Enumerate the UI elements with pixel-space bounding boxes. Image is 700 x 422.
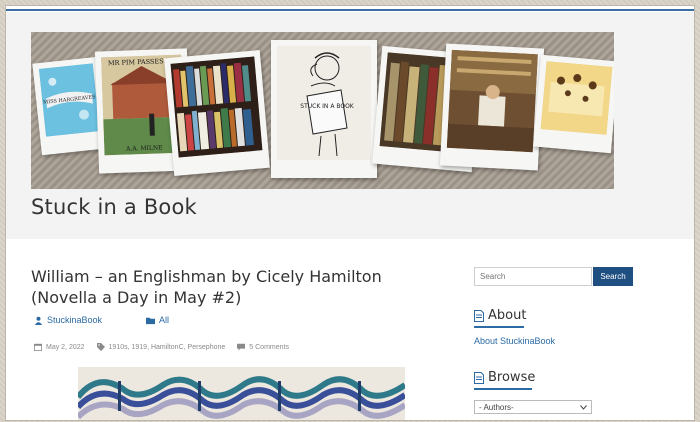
browse-widget-underline [474,388,532,390]
comment-icon [237,343,246,351]
banner-photo-4: STUCK IN A BOOK [271,40,377,178]
about-widget-title-label: About [488,308,527,323]
search-button[interactable]: Search [593,267,633,286]
calendar-icon [34,343,42,351]
post-date[interactable]: May 2, 2022 [34,343,85,351]
browse-widget-title: Browse [474,370,535,385]
post-comments-label: 5 Comments [249,343,289,351]
about-widget-underline [474,326,524,328]
post-tags-label: 1910s, 1919, HamiltonC, Persephone [108,343,226,351]
document-icon [474,371,484,384]
post-title[interactable]: William – an Englishman by Cicely Hamilt… [31,266,451,308]
about-widget-title: About [474,308,526,323]
chevron-down-icon [580,404,587,410]
site-title[interactable]: Stuck in a Book [31,195,197,219]
post-tags[interactable]: 1910s, 1919, HamiltonC, Persephone [96,343,226,351]
browse-widget-title-label: Browse [488,370,536,385]
header-banner[interactable]: MISS HARGREAVES MR PIM PASSES BY A.A. MI… [31,32,614,189]
top-accent-rule [6,9,694,11]
user-icon [34,316,43,325]
post-category-label: All [159,315,170,325]
search-input[interactable] [474,267,592,286]
banner-book-author: A.A. MILNE [125,144,163,152]
post-info: May 2, 2022 1910s, 1919, HamiltonC, Pers… [34,343,289,351]
document-icon [474,309,484,322]
folder-icon [146,317,156,324]
tag-icon [96,343,105,351]
authors-select[interactable]: - Authors- [474,400,592,414]
post-comments[interactable]: 5 Comments [237,343,289,351]
banner-sketch-text: STUCK IN A BOOK [300,103,355,110]
post-category[interactable]: All [146,315,169,325]
post-author-label: StuckinaBook [47,315,103,325]
post-meta: StuckinaBook All [34,315,169,325]
post-featured-image[interactable] [78,367,405,420]
site-header: MISS HARGREAVES MR PIM PASSES BY A.A. MI… [6,12,694,239]
page-frame: MISS HARGREAVES MR PIM PASSES BY A.A. MI… [5,5,695,421]
banner-photo-7 [533,54,614,154]
banner-photo-3 [164,50,270,176]
about-link[interactable]: About StuckinaBook [474,336,555,346]
post-date-label: May 2, 2022 [46,343,85,351]
authors-select-value: - Authors- [479,402,514,412]
post-author[interactable]: StuckinaBook [34,315,102,325]
banner-photo-6 [439,43,545,171]
